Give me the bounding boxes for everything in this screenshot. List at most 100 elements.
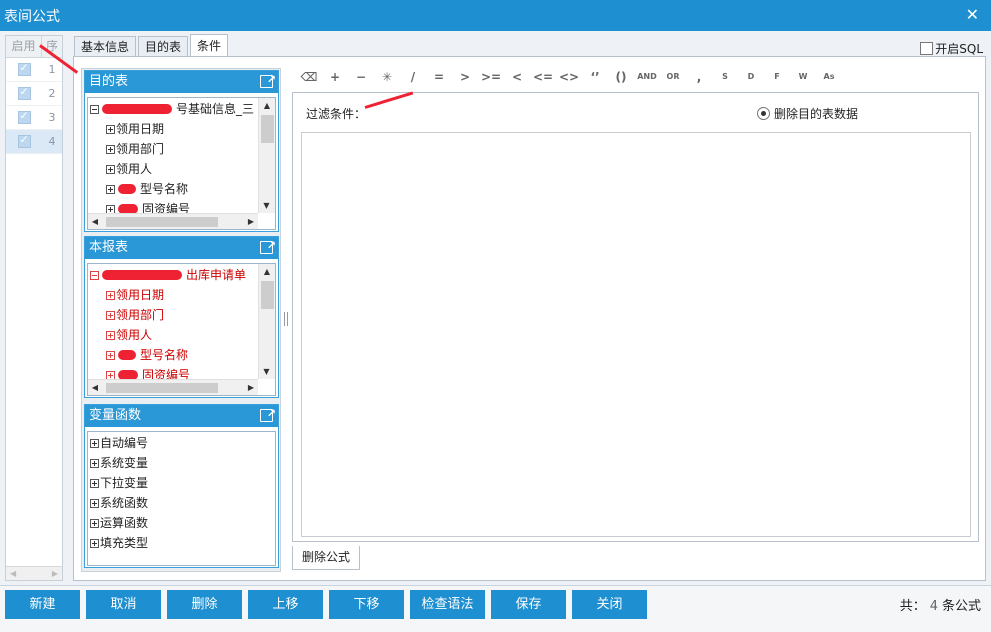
tab-target-table[interactable]: 目的表 [138,36,189,57]
op-multiply[interactable]: ✳ [374,67,400,87]
tab-condition[interactable]: 条件 [190,34,229,57]
expand-icon[interactable] [90,498,99,508]
table-row[interactable]: 1 [6,58,62,82]
expand-icon[interactable] [106,144,115,154]
delete-button[interactable]: 删除 [167,590,242,619]
op-quotes[interactable]: ‘’ [582,67,608,87]
table-row[interactable]: 3 [6,106,62,130]
expand-icon[interactable] [90,478,99,488]
op-less[interactable]: < [504,67,530,87]
filter-condition-input[interactable] [301,132,971,537]
expand-icon[interactable] [106,310,115,320]
new-button[interactable]: 新建 [5,590,80,619]
expand-icon[interactable] [90,538,99,548]
tree-node[interactable]: 填充类型 [90,533,275,553]
tree-node[interactable]: 型号名称 [90,179,275,199]
this-table-title: 本报表 [89,240,129,255]
tree-root[interactable]: 号基础信息_三 [90,99,275,119]
op-as[interactable]: As [816,67,842,87]
expand-icon[interactable] [106,184,115,194]
expand-icon[interactable] [90,438,99,448]
redaction-mark [102,270,182,280]
popout-icon[interactable] [260,235,276,257]
expand-icon[interactable] [106,330,115,340]
expand-icon[interactable] [106,350,115,360]
tree-node[interactable]: 系统函数 [90,493,275,513]
tree-node[interactable]: 自动编号 [90,433,275,453]
cancel-button[interactable]: 取消 [86,590,161,619]
this-table-box: 本报表 出库申请单 领用日期 领用部门 领用人 型号名称 固资编号 ▲ ▼ ◀▶ [84,235,279,398]
target-table-tree[interactable]: 号基础信息_三 领用日期 领用部门 领用人 型号名称 固资编号 ▲ ▼ ◀ ▶ [87,97,276,230]
op-plus[interactable]: + [322,67,348,87]
variables-tree[interactable]: 自动编号 系统变量 下拉变量 系统函数 运算函数 填充类型 [87,431,276,566]
op-comma[interactable]: , [686,67,712,87]
expand-icon[interactable] [106,290,115,300]
enabled-checkbox[interactable] [6,58,42,81]
tree-node[interactable]: 领用日期 [90,119,275,139]
op-s[interactable]: S [712,67,738,87]
this-table-tree[interactable]: 出库申请单 领用日期 领用部门 领用人 型号名称 固资编号 ▲ ▼ ◀ ▶ [87,263,276,396]
op-greater[interactable]: > [452,67,478,87]
enable-sql-option[interactable]: 开启SQL [920,40,983,57]
expand-icon[interactable] [106,124,115,134]
table-row-selected[interactable]: 4 [6,130,62,154]
enabled-checkbox[interactable] [6,82,42,105]
op-f[interactable]: F [764,67,790,87]
horizontal-scrollbar[interactable]: ◀ ▶ [88,213,258,229]
tree-node[interactable]: 运算函数 [90,513,275,533]
col-enabled[interactable]: 启用 [6,36,42,57]
enabled-checkbox[interactable] [6,130,42,153]
tree-node[interactable]: 系统变量 [90,453,275,473]
enable-sql-label: 开启SQL [935,42,983,56]
vertical-scrollbar[interactable]: ▲ ▼ [258,98,275,213]
expand-icon[interactable] [90,458,99,468]
popout-icon[interactable] [260,403,276,425]
move-down-button[interactable]: 下移 [329,590,404,619]
radio-selected-icon[interactable] [757,107,770,120]
op-greater-equal[interactable]: >= [478,67,504,87]
close-button[interactable]: 关闭 [572,590,647,619]
tree-node[interactable]: 领用日期 [90,285,275,305]
collapse-icon[interactable] [90,104,99,114]
tree-node[interactable]: 领用部门 [90,139,275,159]
enabled-checkbox[interactable] [6,106,42,129]
move-up-button[interactable]: 上移 [248,590,323,619]
splitter-handle[interactable] [284,312,288,326]
op-less-equal[interactable]: <= [530,67,556,87]
vertical-scrollbar[interactable]: ▲ ▼ [258,264,275,379]
op-w[interactable]: W [790,67,816,87]
collapse-icon[interactable] [90,270,99,280]
tab-basic-info[interactable]: 基本信息 [74,36,137,57]
enable-sql-checkbox[interactable] [920,42,934,55]
tree-node[interactable]: 领用人 [90,325,275,345]
button-bar: 新建 取消 删除 上移 下移 检查语法 保存 关闭 共： 4 条公式 [0,586,991,632]
tree-node[interactable]: 下拉变量 [90,473,275,493]
expand-icon[interactable] [90,518,99,528]
horizontal-scrollbar[interactable]: ◀ ▶ [88,379,258,395]
tree-node[interactable]: 领用部门 [90,305,275,325]
clear-icon[interactable]: ⌫ [296,67,322,87]
tree-node[interactable]: 型号名称 [90,345,275,365]
op-or[interactable]: OR [660,67,686,87]
op-divide[interactable]: / [400,67,426,87]
table-row[interactable]: 2 [6,82,62,106]
op-parentheses[interactable]: () [608,67,634,87]
horizontal-scrollbar[interactable]: ◀ ▶ [6,566,62,580]
tab-delete-formula[interactable]: 删除公式 [292,546,360,570]
filter-condition-label: 过滤条件： [306,107,367,121]
op-not-equal[interactable]: <> [556,67,582,87]
popout-icon[interactable] [260,69,276,91]
check-syntax-button[interactable]: 检查语法 [410,590,485,619]
target-table-header: 目的表 [85,69,278,93]
op-equal[interactable]: = [426,67,452,87]
op-minus[interactable]: − [348,67,374,87]
delete-target-data-option[interactable]: 删除目的表数据 [757,105,858,122]
save-button[interactable]: 保存 [491,590,566,619]
expand-icon[interactable] [106,164,115,174]
tree-root[interactable]: 出库申请单 [90,265,275,285]
tree-node[interactable]: 领用人 [90,159,275,179]
op-and[interactable]: AND [634,67,660,87]
target-table-box: 目的表 号基础信息_三 领用日期 领用部门 领用人 型号名称 固资编号 ▲ ▼ … [84,69,279,232]
close-icon[interactable]: ✕ [966,5,979,24]
op-d[interactable]: D [738,67,764,87]
